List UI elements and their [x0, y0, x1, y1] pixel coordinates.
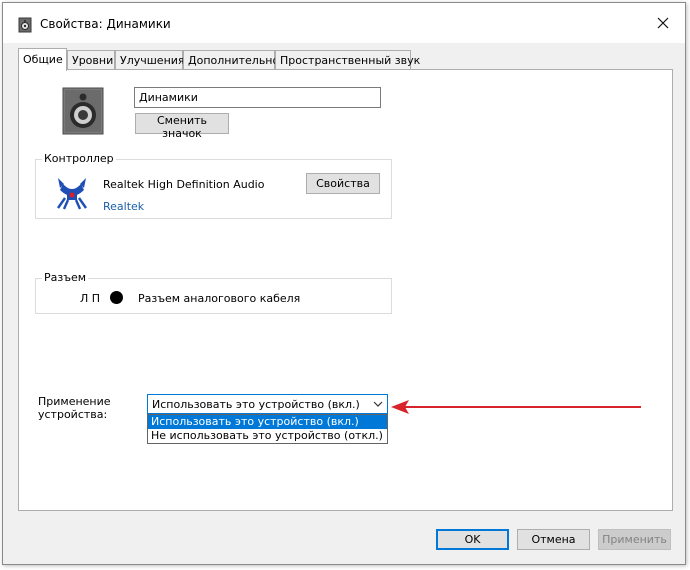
properties-window: Свойства: Динамики Общие Уровни Улучшени…: [2, 2, 686, 565]
tab-levels[interactable]: Уровни: [67, 50, 115, 70]
tab-panel-general: Сменить значок Контроллер Realtek High D…: [18, 69, 673, 511]
jack-channels: Л П: [80, 292, 101, 305]
usage-option-disable[interactable]: Не использовать это устройство (откл.): [148, 429, 387, 443]
change-icon-button[interactable]: Сменить значок: [135, 113, 229, 140]
title-bar[interactable]: Свойства: Динамики: [3, 3, 685, 43]
controller-group: Контроллер Realtek High Definition Audio…: [35, 152, 392, 219]
device-usage-label-line2: устройства:: [38, 408, 108, 421]
device-name-input[interactable]: [134, 87, 381, 108]
jack-group-title: Разъем: [42, 271, 89, 284]
jack-label: Разъем аналогового кабеля: [138, 292, 301, 305]
controller-name: Realtek High Definition Audio: [103, 178, 265, 191]
speaker-icon: [62, 87, 104, 135]
tab-enhancements[interactable]: Улучшения: [115, 50, 185, 70]
jack-color-indicator: [110, 291, 123, 304]
apply-button[interactable]: Применить: [598, 529, 671, 550]
window-title: Свойства: Динамики: [40, 17, 171, 31]
close-icon[interactable]: [655, 15, 671, 31]
controller-group-title: Контроллер: [42, 152, 116, 165]
cancel-button[interactable]: Отмена: [517, 529, 590, 550]
device-usage-dropdown-list: Использовать это устройство (вкл.) Не ис…: [147, 414, 388, 444]
device-usage-label-line1: Применение: [38, 395, 111, 408]
ok-button[interactable]: OK: [436, 529, 509, 550]
tab-advanced[interactable]: Дополнительно: [183, 50, 279, 70]
red-arrow-annotation: [391, 400, 641, 414]
chevron-down-icon: [373, 401, 383, 407]
realtek-logo-icon: [57, 178, 87, 210]
controller-vendor-link[interactable]: Realtek: [103, 200, 144, 213]
usage-option-enable[interactable]: Использовать это устройство (вкл.): [148, 415, 387, 429]
tab-general[interactable]: Общие: [18, 48, 67, 71]
jack-group: Разъем Л П Разъем аналогового кабеля: [35, 271, 392, 314]
speaker-properties-icon: [18, 17, 32, 33]
tab-spatial-sound[interactable]: Пространственный звук: [275, 50, 420, 70]
controller-properties-button[interactable]: Свойства: [306, 173, 380, 194]
device-usage-select[interactable]: Использовать это устройство (вкл.): [147, 394, 388, 414]
device-usage-label: Применение устройства:: [38, 395, 111, 421]
device-usage-selected-value: Использовать это устройство (вкл.): [152, 398, 360, 411]
